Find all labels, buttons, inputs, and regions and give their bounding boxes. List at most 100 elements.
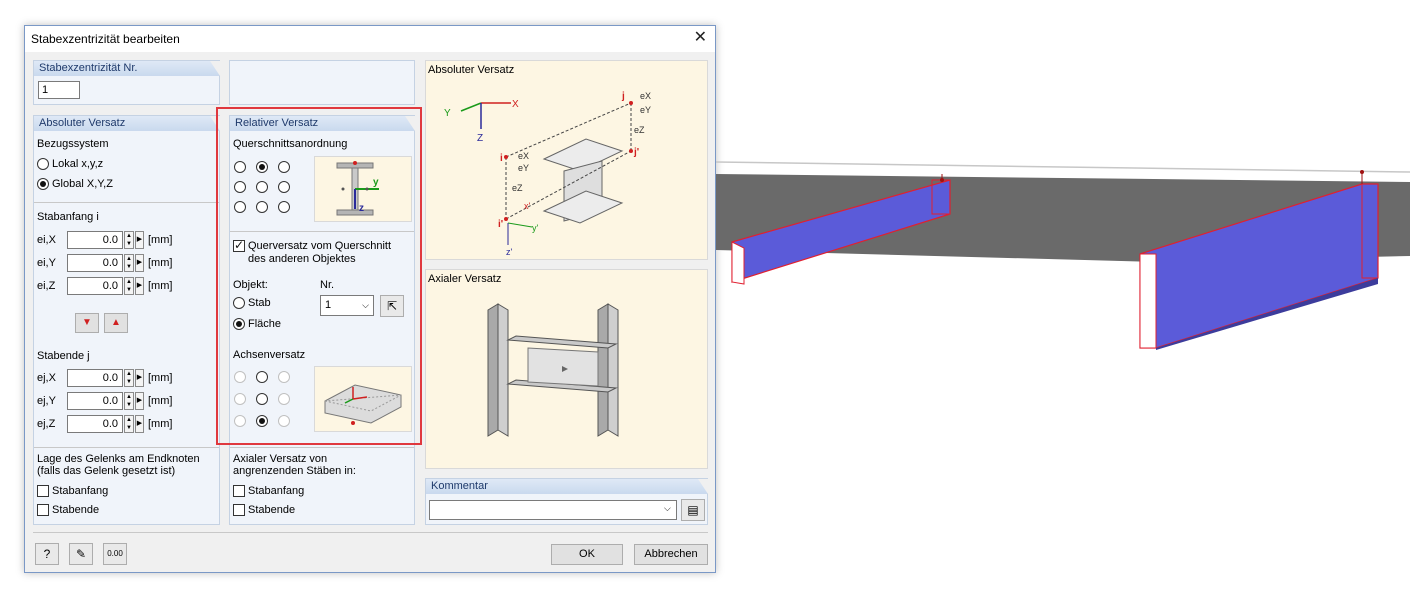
member-end-offset-label: ej,Z [37, 418, 56, 430]
dialog-title: Stabexzentrizität bearbeiten [31, 32, 180, 46]
hinge-label-1: Lage des Gelenks am Endknoten [37, 453, 200, 465]
member-start-offset-label: ei,X [37, 234, 56, 246]
member-end-offset-arrow-button[interactable]: ▶ [135, 392, 144, 410]
axial-end-checkbox[interactable] [233, 504, 245, 516]
member-end-label: Stabende j [37, 350, 90, 362]
radio-local-label: Lokal x,y,z [52, 158, 104, 170]
svg-text:j: j [621, 91, 625, 102]
member-end-offset-input[interactable]: 0.0 [67, 415, 123, 433]
absolute-offset-group: Absoluter Versatz Bezugssystem Lokal x,y… [33, 115, 220, 525]
axial-end-label: Stabende [248, 504, 296, 516]
svg-text:X: X [512, 99, 519, 110]
model-3d-view [715, 161, 1410, 350]
relative-offset-highlight [216, 107, 422, 445]
member-start-offset-arrow-button[interactable]: ▶ [135, 254, 144, 272]
axial-start-label: Stabanfang [248, 485, 305, 497]
member-start-offset-input[interactable]: 0.0 [67, 254, 123, 272]
member-end-offset-input[interactable]: 0.0 [67, 392, 123, 410]
member-start-offset-unit: [mm] [148, 234, 173, 246]
axial-offset-picture: Axialer Versatz [425, 269, 708, 469]
radio-local[interactable] [37, 158, 49, 170]
svg-text:eX: eX [518, 151, 529, 161]
hinge-start-checkbox[interactable] [37, 485, 49, 497]
library-icon: ▤ [687, 503, 699, 517]
member-end-offset-spinner[interactable]: ▲ ▼ [124, 392, 134, 410]
comment-group: Kommentar ⌵ ▤ [425, 478, 708, 525]
member-end-offset-unit: [mm] [148, 395, 173, 407]
absolute-offset-diagram-icon: X Y Z i j eX eY eZ eX eY eZ i' j' y' z' … [444, 91, 651, 257]
close-icon[interactable]: ✕ [694, 28, 707, 48]
member-start-offset-unit: [mm] [148, 280, 173, 292]
svg-text:y': y' [532, 223, 539, 233]
units-button[interactable]: 0.00 [103, 543, 127, 565]
hinge-end-checkbox[interactable] [37, 504, 49, 516]
axial-offset-label-1: Axialer Versatz von [233, 453, 328, 465]
comment-header: Kommentar [426, 479, 708, 494]
separator [34, 447, 219, 448]
ok-button[interactable]: OK [551, 544, 623, 565]
svg-text:eX: eX [640, 91, 651, 101]
reference-system-label: Bezugssystem [37, 138, 109, 150]
help-button[interactable]: ? [35, 543, 59, 565]
svg-text:x': x' [524, 201, 531, 211]
member-end-offset-input[interactable]: 0.0 [67, 369, 123, 387]
calculator-icon: 0.00 [107, 549, 123, 558]
axial-offset-label-2: angrenzenden Stäben in: [233, 465, 356, 477]
member-start-label: Stabanfang i [37, 211, 99, 223]
member-start-offset-label: ei,Y [37, 257, 56, 269]
comment-library-button[interactable]: ▤ [681, 499, 705, 521]
member-start-offset-input[interactable]: 0.0 [67, 277, 123, 295]
svg-text:i: i [500, 153, 503, 164]
axial-offset-diagram-icon [487, 303, 619, 437]
member-end-offset-label: ej,X [37, 372, 56, 384]
help-icon: ? [43, 547, 51, 561]
cancel-button[interactable]: Abbrechen [634, 544, 708, 565]
separator [230, 447, 414, 448]
member-start-offset-spinner[interactable]: ▲ ▼ [124, 231, 134, 249]
hinge-end-label: Stabende [52, 504, 100, 516]
member-start-offset-spinner[interactable]: ▲ ▼ [124, 254, 134, 272]
edit-button[interactable]: ✎ [69, 543, 93, 565]
hinge-label-2: (falls das Gelenk gesetzt ist) [37, 465, 176, 477]
svg-text:Z: Z [477, 133, 483, 144]
member-end-offset-label: ej,Y [37, 395, 56, 407]
copy-down-button[interactable]: ▼ [75, 313, 99, 333]
absolute-offset-picture: Absoluter Versatz X Y Z i j eX eY eZ eX … [425, 60, 708, 260]
svg-text:z': z' [506, 247, 513, 257]
member-end-offset-arrow-button[interactable]: ▶ [135, 415, 144, 433]
svg-text:j': j' [633, 147, 639, 158]
number-input[interactable]: 1 [38, 81, 80, 99]
chevron-down-icon: ⌵ [664, 503, 671, 513]
svg-text:eY: eY [518, 163, 529, 173]
absolute-offset-header: Absoluter Versatz [34, 116, 220, 131]
svg-text:eZ: eZ [634, 125, 645, 135]
dialog-titlebar: Stabexzentrizität bearbeiten ✕ [25, 26, 715, 52]
svg-text:eZ: eZ [512, 183, 523, 193]
svg-text:Y: Y [444, 108, 451, 119]
number-group-header: Stabexzentrizität Nr. [34, 61, 220, 76]
member-start-offset-arrow-button[interactable]: ▶ [135, 231, 144, 249]
radio-global[interactable] [37, 178, 49, 190]
footer-separator [33, 532, 708, 533]
number-group: Stabexzentrizität Nr. 1 [33, 60, 220, 105]
edit-note-icon: ✎ [75, 547, 87, 561]
separator [34, 202, 219, 203]
edit-eccentricity-dialog: Stabexzentrizität bearbeiten ✕ Stabexzen… [24, 25, 716, 573]
member-start-offset-label: ei,Z [37, 280, 56, 292]
svg-text:i': i' [498, 219, 503, 230]
member-start-offset-unit: [mm] [148, 257, 173, 269]
empty-group [229, 60, 415, 105]
member-end-offset-unit: [mm] [148, 372, 173, 384]
model-viewport[interactable] [715, 150, 1410, 350]
member-end-offset-spinner[interactable]: ▲ ▼ [124, 415, 134, 433]
comment-input[interactable] [429, 500, 677, 520]
member-end-offset-unit: [mm] [148, 418, 173, 430]
member-start-offset-arrow-button[interactable]: ▶ [135, 277, 144, 295]
axial-start-checkbox[interactable] [233, 485, 245, 497]
member-end-offset-spinner[interactable]: ▲ ▼ [124, 369, 134, 387]
copy-up-button[interactable]: ▲ [104, 313, 128, 333]
member-end-offset-arrow-button[interactable]: ▶ [135, 369, 144, 387]
radio-global-label: Global X,Y,Z [52, 178, 113, 190]
member-start-offset-spinner[interactable]: ▲ ▼ [124, 277, 134, 295]
member-start-offset-input[interactable]: 0.0 [67, 231, 123, 249]
